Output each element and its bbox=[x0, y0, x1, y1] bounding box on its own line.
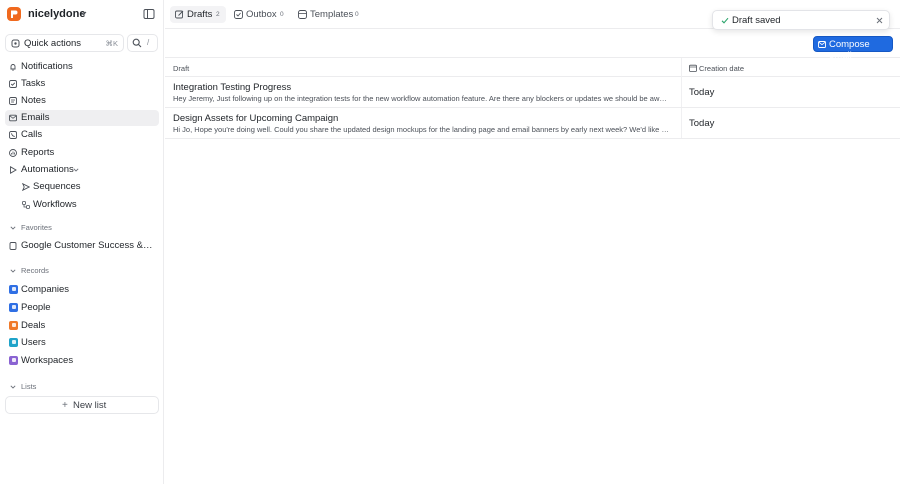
sidebar-toggle-icon[interactable] bbox=[143, 8, 155, 20]
deals-icon bbox=[9, 321, 18, 330]
sidebar-item-companies[interactable]: Companies bbox=[5, 282, 159, 298]
tab-drafts[interactable]: Drafts 2 bbox=[170, 6, 226, 23]
chart-icon bbox=[9, 149, 17, 157]
note-icon bbox=[9, 97, 17, 105]
companies-icon bbox=[9, 285, 18, 294]
template-icon bbox=[298, 10, 307, 19]
sidebar-item-sequences[interactable]: Sequences bbox=[5, 179, 159, 195]
send-icon bbox=[22, 183, 30, 191]
drafts-count: 2 bbox=[216, 11, 220, 18]
sidebar-item-calls[interactable]: Calls bbox=[5, 127, 159, 143]
workspace-switcher[interactable]: nicelydone bbox=[0, 0, 164, 29]
tab-templates[interactable]: Templates 0 bbox=[293, 6, 363, 23]
draft-preview: Hey Jeremy, Just following up on the int… bbox=[173, 94, 670, 103]
compose-email-button[interactable]: Compose email bbox=[813, 36, 893, 61]
document-icon bbox=[9, 242, 17, 250]
bell-icon bbox=[9, 63, 17, 71]
sidebar-item-reports[interactable]: Reports bbox=[5, 145, 159, 161]
check-icon bbox=[721, 17, 729, 24]
mail-icon bbox=[818, 41, 826, 48]
sidebar-item-automations[interactable]: Automations bbox=[5, 162, 159, 178]
sidebar-item-notifications[interactable]: Notifications bbox=[5, 59, 159, 75]
sidebar-item-users[interactable]: Users bbox=[5, 335, 159, 351]
quick-actions-label: Quick actions bbox=[24, 38, 82, 49]
favorites-title: Favorites bbox=[21, 223, 52, 232]
column-header-draft[interactable]: Draft bbox=[173, 64, 189, 73]
favorite-item[interactable]: Google Customer Success & Partnerships bbox=[5, 238, 159, 254]
sidebar-item-people[interactable]: People bbox=[5, 300, 159, 316]
workspaces-icon bbox=[9, 356, 18, 365]
sidebar-item-tasks[interactable]: Tasks bbox=[5, 76, 159, 92]
toast-message: Draft saved bbox=[732, 15, 781, 26]
users-icon bbox=[9, 338, 18, 347]
command-icon bbox=[11, 39, 20, 48]
column-header-creation-date[interactable]: Creation date bbox=[699, 64, 744, 73]
close-icon[interactable] bbox=[876, 17, 883, 24]
play-icon bbox=[9, 166, 17, 174]
search-button[interactable]: / bbox=[127, 34, 158, 52]
phone-icon bbox=[9, 131, 17, 139]
lists-title: Lists bbox=[21, 382, 37, 391]
table-row[interactable]: Integration Testing Progress Hey Jeremy,… bbox=[165, 77, 900, 108]
new-list-button[interactable]: + New list bbox=[5, 396, 159, 414]
search-shortcut: / bbox=[147, 38, 150, 47]
calendar-icon bbox=[689, 64, 697, 72]
outbox-icon bbox=[234, 10, 243, 19]
checkbox-icon bbox=[9, 80, 17, 88]
main-content: Drafts 2 Outbox 0 Templates 0 Compose em… bbox=[165, 0, 900, 484]
mail-icon bbox=[9, 114, 17, 122]
sidebar-item-emails[interactable]: Emails bbox=[5, 110, 159, 126]
workspace-logo bbox=[7, 7, 21, 21]
draft-subject: Integration Testing Progress bbox=[173, 82, 292, 93]
quick-actions-shortcut: ⌘K bbox=[105, 39, 118, 48]
outbox-count: 0 bbox=[280, 11, 284, 18]
chevron-down-icon bbox=[73, 168, 79, 172]
draft-date: Today bbox=[689, 87, 715, 98]
table-header: Draft Creation date bbox=[165, 58, 900, 77]
records-title: Records bbox=[21, 266, 49, 275]
templates-count: 0 bbox=[355, 11, 359, 18]
sidebar-item-workflows[interactable]: Workflows bbox=[5, 197, 159, 213]
toast-notification: Draft saved bbox=[712, 10, 890, 30]
chevron-down-icon bbox=[80, 11, 87, 16]
draft-date: Today bbox=[689, 118, 715, 129]
workflow-icon bbox=[22, 201, 30, 209]
workspace-name: nicelydone bbox=[28, 8, 86, 20]
pencil-icon bbox=[175, 10, 184, 19]
search-icon bbox=[132, 38, 142, 48]
sidebar: nicelydone Quick actions ⌘K / Notificati… bbox=[0, 0, 164, 484]
new-list-label: New list bbox=[73, 400, 107, 411]
toolbar bbox=[165, 29, 900, 58]
chevron-down-icon bbox=[10, 269, 16, 273]
draft-preview: Hi Jo, Hope you're doing well. Could you… bbox=[173, 125, 670, 134]
sidebar-item-notes[interactable]: Notes bbox=[5, 93, 159, 109]
sidebar-item-workspaces[interactable]: Workspaces bbox=[5, 353, 159, 369]
chevron-down-icon bbox=[10, 226, 16, 230]
draft-subject: Design Assets for Upcoming Campaign bbox=[173, 113, 339, 124]
sidebar-item-deals[interactable]: Deals bbox=[5, 318, 159, 334]
quick-actions-button[interactable]: Quick actions ⌘K bbox=[5, 34, 124, 52]
table-row[interactable]: Design Assets for Upcoming Campaign Hi J… bbox=[165, 108, 900, 139]
chevron-down-icon bbox=[10, 385, 16, 389]
people-icon bbox=[9, 303, 18, 312]
plus-icon: + bbox=[62, 400, 68, 411]
tab-outbox[interactable]: Outbox 0 bbox=[229, 6, 289, 23]
